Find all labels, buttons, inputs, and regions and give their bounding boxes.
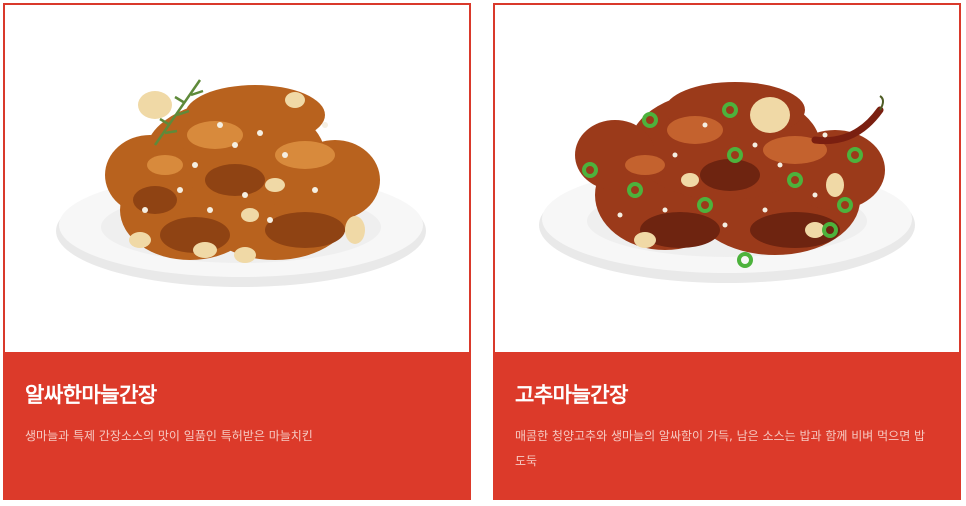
chicken-image-pepper-garlic-soy: [495, 5, 959, 357]
menu-description: 생마늘과 특제 간장소스의 맛이 일품인 특허받은 마늘치킨: [25, 429, 313, 443]
chicken-image-garlic-soy: [5, 5, 469, 357]
menu-description: 매콤한 청양고추와 생마늘의 알싸함이 가득, 남은 소스는 밥과 함께 비벼 …: [515, 429, 926, 468]
menu-card-pepper-garlic-soy[interactable]: 고추마늘간장 매콤한 청양고추와 생마늘의 알싸함이 가득, 남은 소스는 밥과…: [493, 3, 961, 500]
menu-info-band: 알싸한마늘간장 생마늘과 특제 간장소스의 맛이 일품인 특허받은 마늘치킨: [3, 352, 471, 500]
menu-title: 고추마늘간장: [515, 383, 628, 407]
menu-card-garlic-soy[interactable]: 알싸한마늘간장 생마늘과 특제 간장소스의 맛이 일품인 특허받은 마늘치킨: [3, 3, 471, 500]
menu-info-band: 고추마늘간장 매콤한 청양고추와 생마늘의 알싸함이 가득, 남은 소스는 밥과…: [493, 352, 961, 500]
menu-title: 알싸한마늘간장: [25, 383, 157, 407]
